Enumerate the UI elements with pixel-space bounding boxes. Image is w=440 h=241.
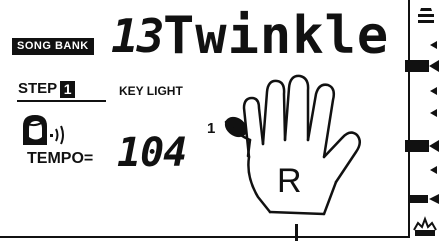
key-light-label: KEY LIGHT [119, 84, 183, 98]
sidebar-level-bar-1 [405, 60, 439, 72]
song-name: Twinkle [163, 6, 390, 66]
sidebar-marker-2 [430, 87, 437, 95]
tempo-label: TEMPO= [27, 150, 94, 167]
sidebar-level-bar-2 [405, 140, 439, 152]
sidebar-level-bar-3 [408, 194, 439, 204]
voice-guide-icon [23, 115, 64, 145]
lcd-display: SONG BANK 13 Twinkle STEP 1 KEY LIGHT TE… [0, 0, 440, 241]
starburst-icon [413, 216, 437, 236]
sidebar-marker-3 [430, 109, 437, 117]
song-bank-badge: SONG BANK [12, 38, 94, 55]
stacked-lines-icon [418, 8, 434, 23]
frame-divider-bottom [0, 236, 410, 238]
sidebar-marker-4 [430, 166, 437, 174]
step-number: 1 [60, 80, 76, 98]
song-number: 13 [111, 9, 164, 63]
step-label: STEP [18, 80, 58, 97]
hand-side-letter: R [277, 162, 302, 200]
right-hand-icon [224, 74, 361, 216]
step-indicator: STEP 1 [18, 80, 76, 98]
sidebar-marker-1 [430, 41, 437, 49]
tempo-value: 104 [117, 130, 187, 176]
step-underline [17, 100, 106, 102]
hand-pointer-line [295, 224, 298, 241]
